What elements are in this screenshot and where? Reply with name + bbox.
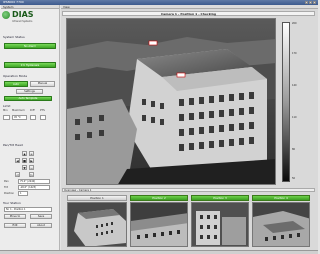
position-label: Position xyxy=(4,192,15,195)
save-button[interactable]: Save xyxy=(30,214,52,219)
scale-tick: 110 xyxy=(292,116,297,119)
thumbnail-position-1[interactable] xyxy=(67,202,127,247)
tab-position-2[interactable]: Position 2 xyxy=(130,195,188,201)
operation-mode-header: Operation Mode xyxy=(3,74,28,78)
thumbnail-position-4[interactable] xyxy=(252,202,310,247)
logo-mark-icon xyxy=(2,11,10,19)
scale-tick: 50 xyxy=(292,177,296,180)
scale-tick: 200 xyxy=(292,22,297,25)
tilt-label: Tilt xyxy=(4,186,8,189)
overview-header: Overview - Camera 1 xyxy=(62,188,315,192)
menu-view[interactable]: View xyxy=(61,5,318,9)
pan-left-icon[interactable]: ◀ xyxy=(15,158,20,163)
manual-mode-button[interactable]: Manual xyxy=(30,81,55,87)
temperature-scale: 200 170 140 110 80 50 xyxy=(282,22,302,182)
tour-station-header: Tour Station xyxy=(3,201,21,205)
tilt-down-icon[interactable]: ▼ xyxy=(22,165,27,170)
logo-name: DIAS xyxy=(12,10,34,19)
focus-near-icon[interactable]: ◁ xyxy=(15,172,20,177)
limit-diff-label: Diff xyxy=(30,109,35,112)
tilt-field[interactable]: -26.0° (1423) xyxy=(18,185,50,190)
limit-header: Limit xyxy=(3,104,11,108)
pan-tilt-header: Pan/Tilt Head xyxy=(3,143,23,147)
move-to-button[interactable]: Move to xyxy=(4,214,26,219)
pan-right-icon[interactable]: ▶ xyxy=(29,158,34,163)
scale-tick: 140 xyxy=(292,84,297,87)
thumbnail-scene xyxy=(131,203,187,246)
pan-field[interactable]: 75.0° (2240) xyxy=(18,179,50,184)
hysteresis-button[interactable]: 0 K Hysteresis xyxy=(4,62,56,68)
thumbnail-position-3[interactable] xyxy=(191,202,249,247)
tab-position-4[interactable]: Position 4 xyxy=(252,195,310,201)
scale-tick: 80 xyxy=(292,148,296,151)
sidebar: System DIAS Infrared Systems System Stat… xyxy=(0,5,60,254)
tab-position-1[interactable]: Position 1 xyxy=(67,195,127,201)
limit-min-label: Min xyxy=(3,109,8,112)
menu-system[interactable]: System xyxy=(1,5,59,9)
limit-value-field[interactable]: 45 °C xyxy=(12,115,27,120)
logo-subtitle: Infrared Systems xyxy=(12,20,33,23)
limit-pts-label: PTS xyxy=(40,109,45,112)
zoom-in-icon[interactable]: + xyxy=(29,151,34,156)
about-button[interactable]: About xyxy=(30,223,52,228)
tour-station-select[interactable]: Nr. 1 - Position 1 xyxy=(4,207,52,212)
settings-button[interactable]: Settings xyxy=(16,89,43,94)
position-field[interactable]: 1 xyxy=(18,191,28,196)
focus-far-icon[interactable]: ▷ xyxy=(29,172,34,177)
limit-min-checkbox[interactable] xyxy=(3,115,10,120)
thumbnail-scene xyxy=(192,203,248,246)
tilt-up-icon[interactable]: ▲ xyxy=(22,151,27,156)
no-alarm-button[interactable]: No Alarm xyxy=(4,43,56,49)
edit-button[interactable]: Edit xyxy=(4,223,26,228)
pan-label: Pan xyxy=(4,180,9,183)
window-controls xyxy=(305,1,316,4)
limit-diff-checkbox[interactable] xyxy=(30,115,36,120)
minimize-icon[interactable] xyxy=(305,1,308,4)
color-scale-bar xyxy=(282,22,290,182)
thermal-camera-view[interactable] xyxy=(66,18,276,185)
zoom-out-icon[interactable]: − xyxy=(29,165,34,170)
auto-mode-button[interactable]: Auto xyxy=(4,81,28,87)
status-bar xyxy=(0,250,318,254)
thumbnail-scene xyxy=(253,203,309,246)
close-icon[interactable] xyxy=(313,1,316,4)
home-icon[interactable]: ■ xyxy=(22,158,27,163)
scale-tick: 170 xyxy=(292,52,297,55)
thermal-scene xyxy=(67,19,275,184)
thumbnail-scene xyxy=(68,203,126,246)
thumbnail-position-2[interactable] xyxy=(130,202,188,247)
limit-max-label: Maximum xyxy=(12,109,25,112)
window-title: IPS8000 7700 xyxy=(3,0,24,4)
maximize-icon[interactable] xyxy=(309,1,312,4)
auto-template-button[interactable]: Auto Template xyxy=(4,96,52,101)
video-title: Camera 1 - Position 1 - Checking xyxy=(62,11,315,16)
tab-position-3[interactable]: Position 3 xyxy=(191,195,249,201)
system-status-header: System Status xyxy=(3,35,25,39)
logo: DIAS xyxy=(2,11,34,19)
limit-pts-checkbox[interactable] xyxy=(40,115,46,120)
